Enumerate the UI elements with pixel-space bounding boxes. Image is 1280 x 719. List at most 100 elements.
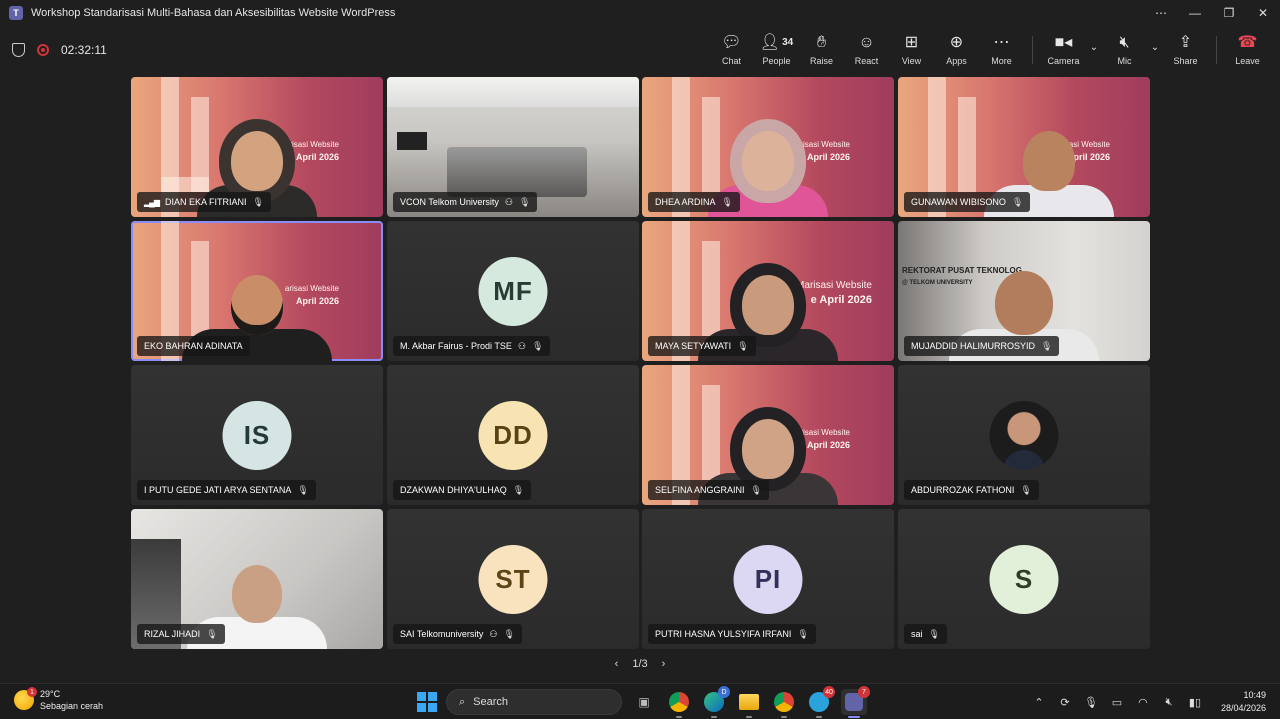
taskbar-search[interactable]: ⌕ Search	[446, 689, 622, 715]
window-titlebar: T Workshop Standarisasi Multi-Bahasa dan…	[0, 0, 1280, 25]
wifi-icon[interactable]: ◠	[1135, 696, 1151, 709]
recording-icon	[37, 44, 49, 56]
file-explorer-icon[interactable]	[736, 689, 762, 718]
mic-muted-tray-icon[interactable]: 🎙︎	[1083, 696, 1099, 709]
participant-tile[interactable]: IS I PUTU GEDE JATI ARYA SENTANA 🎙︎	[131, 365, 383, 505]
view-button[interactable]: ⊞ View	[889, 25, 934, 75]
taskbar-clock[interactable]: 10:49 28/04/2026	[1221, 689, 1266, 715]
close-button[interactable]: ✕	[1246, 0, 1280, 25]
windows-start-icon[interactable]	[417, 692, 437, 712]
system-tray: ⌃ ⟳ 🎙︎ ▭ ◠ 🔇︎ ▮▯ 10:49 28/04/2026	[1031, 688, 1266, 716]
avatar: PI	[733, 545, 803, 614]
room-people-icon: ⚇	[504, 196, 513, 207]
avatar-photo	[989, 401, 1059, 470]
clock-time: 10:49	[1243, 690, 1266, 700]
people-button[interactable]: 👤︎ 34 People	[754, 25, 799, 75]
grid-icon: ⊞	[904, 34, 919, 51]
weather-temp: 29°C	[40, 689, 61, 699]
battery-icon[interactable]: ▮▯	[1187, 696, 1203, 709]
mic-off-icon: 🔇︎	[1119, 34, 1130, 51]
participant-tile[interactable]: S sai 🎙︎	[898, 509, 1150, 649]
edge-badge: D	[718, 686, 730, 698]
room-people-icon: ⚇	[517, 340, 526, 351]
mic-off-icon: 🎙︎	[252, 196, 264, 207]
participant-tile[interactable]: ST SAI Telkomuniversity ⚇ 🎙︎	[387, 509, 639, 649]
share-button[interactable]: ⇪ Share	[1163, 25, 1208, 75]
mic-off-icon: 🎙︎	[297, 484, 309, 495]
plus-square-icon: ⊕	[949, 34, 964, 51]
camera-options-chevron-icon[interactable]: ⌄	[1086, 42, 1102, 53]
window-controls: ⋯ — ❐ ✕	[1144, 0, 1280, 25]
hang-up-icon: ☎	[1237, 34, 1258, 51]
more-options-icon[interactable]: ⋯	[1144, 0, 1178, 25]
keyboard-icon[interactable]: ▭	[1109, 696, 1125, 709]
participant-tile[interactable]: PI PUTRI HASNA YULSYIFA IRFANI 🎙︎	[642, 509, 894, 649]
raise-hand-button[interactable]: ✋︎ Raise	[799, 25, 844, 75]
participant-name-tag: ▂▄▆ DIAN EKA FITRIANI 🎙︎	[137, 192, 271, 212]
partly-sunny-icon: 1	[14, 687, 37, 710]
video-gallery: arisasi Website April 2026 ▂▄▆ DIAN EKA FI…	[131, 77, 1150, 649]
speaker-muted-icon[interactable]: 🔇︎	[1161, 696, 1177, 709]
chrome-profile-icon[interactable]	[771, 689, 797, 718]
chat-button[interactable]: 💬︎ Chat	[709, 25, 754, 75]
more-button[interactable]: ⋯ More	[979, 25, 1024, 75]
avatar: ST	[478, 545, 548, 614]
participant-tile[interactable]: RIZAL JIHADI 🎙︎	[131, 509, 383, 649]
ellipsis-icon: ⋯	[993, 34, 1010, 51]
participant-tile[interactable]: arisasi Website April 2026 SELFINA ANGGRA…	[642, 365, 894, 505]
mic-label: Mic	[1117, 56, 1132, 66]
task-view-icon[interactable]: ▣	[631, 689, 657, 715]
people-icon: 👤︎	[759, 34, 781, 51]
mic-off-icon: 🎙︎	[512, 484, 525, 495]
smiley-icon: ☺	[858, 34, 875, 51]
react-button[interactable]: ☺ React	[844, 25, 889, 75]
teams-taskbar-icon[interactable]: 7	[841, 686, 870, 718]
next-page-chevron-icon[interactable]: ›	[662, 658, 666, 670]
maximize-button[interactable]: ❐	[1212, 0, 1246, 25]
toolbar-divider	[1216, 36, 1217, 64]
prev-page-chevron-icon[interactable]: ‹	[615, 658, 619, 670]
participant-tile[interactable]: DD DZAKWAN DHIYA'ULHAQ 🎙︎	[387, 365, 639, 505]
camera-button[interactable]: ■◂ Camera	[1041, 25, 1086, 75]
participant-tile[interactable]: VCON Telkom University ⚇ 🎙︎	[387, 77, 639, 217]
share-icon: ⇪	[1178, 34, 1193, 51]
mic-off-icon: 🎙︎	[1011, 196, 1024, 207]
room-people-icon: ⚇	[489, 628, 498, 639]
participant-tile-active-speaker[interactable]: arisasi Website April 2026 EKO BAHRAN ADI…	[131, 221, 383, 361]
weather-widget[interactable]: 1 29°C Sebagian cerah	[14, 687, 103, 712]
participant-tile[interactable]: ABDURROZAK FATHONI 🎙︎	[898, 365, 1150, 505]
apps-label: Apps	[946, 56, 967, 66]
apps-button[interactable]: ⊕ Apps	[934, 25, 979, 75]
chrome-icon[interactable]	[666, 689, 692, 718]
mic-off-icon: 🎙︎	[531, 340, 544, 351]
leave-button[interactable]: ☎ Leave	[1225, 25, 1270, 75]
participant-tile[interactable]: arisasi Website e April 2026 GUNAWAN WIBI…	[898, 77, 1150, 217]
telegram-icon[interactable]: 40	[806, 686, 835, 718]
sync-icon[interactable]: ⟳	[1057, 696, 1073, 709]
mic-off-icon: 🎙︎	[206, 628, 218, 639]
people-count: 34	[782, 37, 794, 48]
mic-off-icon: 🎙︎	[750, 484, 762, 495]
taskbar-apps: ⌕ Search ▣ D 40 7	[417, 686, 870, 718]
participant-tile[interactable]: REKTORAT PUSAT TEKNOLOG @ TELKOM UNIVERSI…	[898, 221, 1150, 361]
mic-off-icon: 🎙︎	[928, 628, 940, 639]
participant-name-tag: SAI Telkomuniversity ⚇ 🎙︎	[393, 624, 522, 644]
leave-label: Leave	[1235, 56, 1260, 66]
mic-button[interactable]: 🔇︎ Mic	[1102, 25, 1147, 75]
edge-icon[interactable]: D	[701, 686, 730, 718]
mic-off-icon: 🎙︎	[1041, 340, 1053, 351]
participant-tile[interactable]: MF M. Akbar Fairus - Prodi TSE ⚇ 🎙︎	[387, 221, 639, 361]
mic-options-chevron-icon[interactable]: ⌄	[1147, 42, 1163, 53]
minimize-button[interactable]: —	[1178, 0, 1212, 25]
mic-off-icon: 🎙︎	[1020, 484, 1032, 495]
more-label: More	[991, 56, 1012, 66]
mic-off-icon: 🎙︎	[797, 628, 809, 639]
participant-tile[interactable]: arisasi Website e April 2026 DHEA ARDINA 🎙…	[642, 77, 894, 217]
shield-icon[interactable]	[12, 43, 25, 57]
participant-tile[interactable]: Marisasi Website e April 2026 MAYA SETYAW…	[642, 221, 894, 361]
meeting-toolbar: 02:32:11 💬︎ Chat 👤︎ 34 People ✋︎ Raise ☺ …	[0, 25, 1280, 75]
participant-name-tag: ABDURROZAK FATHONI 🎙︎	[904, 480, 1039, 500]
chevron-up-icon[interactable]: ⌃	[1031, 696, 1047, 709]
participant-tile[interactable]: arisasi Website April 2026 ▂▄▆ DIAN EKA FI…	[131, 77, 383, 217]
react-label: React	[854, 56, 879, 66]
